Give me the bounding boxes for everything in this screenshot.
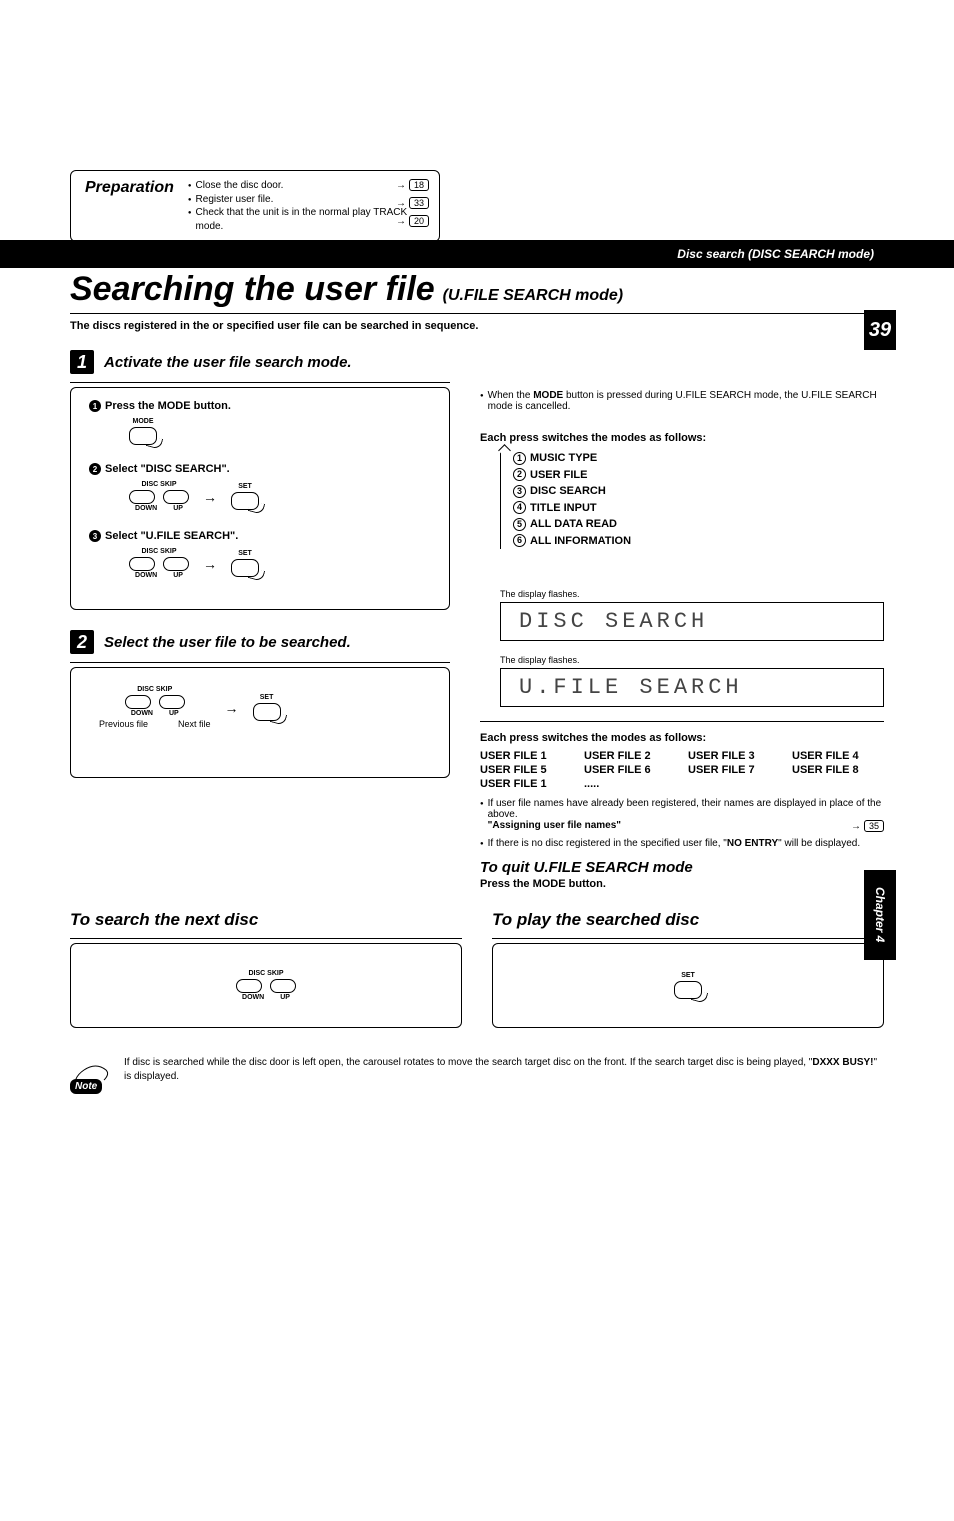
disc-skip-label: DISC SKIP bbox=[141, 548, 176, 555]
preparation-refs: →18 →33 →20 bbox=[396, 179, 429, 227]
user-file-grid: USER FILE 1USER FILE 2USER FILE 3USER FI… bbox=[480, 750, 884, 790]
down-button-icon bbox=[236, 979, 262, 993]
mode-label: MODE bbox=[133, 418, 154, 425]
set-button-icon bbox=[231, 492, 259, 510]
display-ufile-search: U.FILE SEARCH bbox=[500, 668, 884, 707]
right-column: When the MODE button is pressed during U… bbox=[480, 350, 884, 890]
preparation-box: Preparation Close the disc door. Registe… bbox=[70, 170, 440, 242]
up-button-icon bbox=[159, 695, 185, 709]
disc-skip-label: DISC SKIP bbox=[141, 481, 176, 488]
play-disc-title: To play the searched disc bbox=[492, 910, 884, 930]
arrow-right-icon: → bbox=[203, 489, 217, 505]
page-ref: →18 bbox=[396, 179, 429, 191]
arrow-right-icon: → bbox=[203, 556, 217, 572]
step2-box: DISC SKIP DOWN UP Previous file Next fil… bbox=[70, 667, 450, 778]
step2-header: 2 Select the user file to be searched. bbox=[70, 630, 450, 654]
file-list-title: Each press switches the modes as follows… bbox=[480, 732, 884, 744]
no-entry-note: If there is no disc registered in the sp… bbox=[480, 838, 884, 849]
step-title: Activate the user file search mode. bbox=[104, 354, 352, 371]
mode-cancel-note: When the MODE button is pressed during U… bbox=[480, 390, 884, 412]
step-title: Select the user file to be searched. bbox=[104, 634, 351, 651]
set-label: SET bbox=[238, 550, 252, 557]
divider bbox=[70, 313, 884, 314]
search-next-title: To search the next disc bbox=[70, 910, 462, 930]
note-text: If disc is searched while the disc door … bbox=[124, 1056, 884, 1084]
arrow-right-icon: → bbox=[225, 700, 239, 716]
mode-list-title: Each press switches the modes as follows… bbox=[480, 432, 884, 444]
preparation-items: Close the disc door. Register user file.… bbox=[188, 179, 425, 233]
down-button-icon bbox=[129, 490, 155, 504]
page-description: The discs registered in the or specified… bbox=[70, 320, 884, 332]
divider bbox=[480, 721, 884, 722]
mode-button-icon bbox=[129, 427, 157, 445]
display-flash-label: The display flashes. bbox=[500, 655, 884, 665]
footnote: Note If disc is searched while the disc … bbox=[70, 1056, 884, 1098]
substep: 1Press the MODE button. bbox=[89, 400, 431, 412]
divider bbox=[70, 938, 462, 939]
search-next-box: DISC SKIP DOWN UP bbox=[70, 943, 462, 1028]
prep-item: Close the disc door. bbox=[188, 179, 425, 193]
set-button-icon bbox=[674, 981, 702, 999]
set-label: SET bbox=[238, 483, 252, 490]
next-file-label: Next file bbox=[178, 719, 211, 729]
substep: 3Select "U.FILE SEARCH". bbox=[89, 530, 431, 542]
substep: 2Select "DISC SEARCH". bbox=[89, 463, 431, 475]
display-flash-label: The display flashes. bbox=[500, 589, 884, 599]
prep-item: Check that the unit is in the normal pla… bbox=[188, 206, 425, 233]
user-file-names-note: If user file names have already been reg… bbox=[480, 798, 884, 832]
disc-skip-diagram: DISC SKIP DOWN UP → SET bbox=[129, 481, 431, 512]
page-ref: →20 bbox=[396, 215, 429, 227]
set-label: SET bbox=[260, 694, 274, 701]
mode-button-diagram: MODE bbox=[129, 418, 431, 445]
prep-item: Register user file. bbox=[188, 193, 425, 207]
step-number: 1 bbox=[70, 350, 94, 374]
prev-file-label: Previous file bbox=[99, 719, 148, 729]
page-ref: →35 bbox=[851, 820, 884, 832]
mode-list: 1MUSIC TYPE 2USER FILE 3DISC SEARCH 4TIT… bbox=[500, 450, 884, 549]
step1-header: 1 Activate the user file search mode. bbox=[70, 350, 450, 374]
file-select-diagram: DISC SKIP DOWN UP Previous file Next fil… bbox=[99, 686, 431, 729]
play-disc-section: To play the searched disc SET bbox=[492, 910, 884, 1028]
note-icon: Note bbox=[70, 1056, 112, 1098]
set-button-icon bbox=[231, 559, 259, 577]
quit-title: To quit U.FILE SEARCH mode bbox=[480, 859, 884, 876]
search-next-section: To search the next disc DISC SKIP DOWN U… bbox=[70, 910, 462, 1028]
page-ref: →33 bbox=[396, 197, 429, 209]
down-button-icon bbox=[129, 557, 155, 571]
preparation-title: Preparation bbox=[85, 179, 174, 233]
page-title: Searching the user file (U.FILE SEARCH m… bbox=[70, 270, 884, 309]
divider bbox=[70, 662, 450, 663]
display-disc-search: DISC SEARCH bbox=[500, 602, 884, 641]
disc-skip-diagram-2: DISC SKIP DOWN UP → SET bbox=[129, 548, 431, 579]
set-button-icon bbox=[253, 703, 281, 721]
down-button-icon bbox=[125, 695, 151, 709]
quit-instruction: Press the MODE button. bbox=[480, 878, 884, 890]
step-number: 2 bbox=[70, 630, 94, 654]
page-number: 39 bbox=[864, 310, 896, 350]
step1-box: 1Press the MODE button. MODE 2Select "DI… bbox=[70, 387, 450, 610]
divider bbox=[492, 938, 884, 939]
note-badge: Note bbox=[70, 1079, 102, 1094]
breadcrumb: Disc search (DISC SEARCH mode) bbox=[677, 247, 874, 261]
disc-skip-label: DISC SKIP bbox=[137, 686, 172, 693]
chapter-side-label: Chapter 4 bbox=[864, 870, 896, 960]
divider bbox=[70, 382, 450, 383]
disc-skip-label: DISC SKIP bbox=[248, 970, 283, 977]
up-button-icon bbox=[163, 490, 189, 504]
left-column: 1 Activate the user file search mode. 1P… bbox=[70, 350, 450, 890]
up-button-icon bbox=[163, 557, 189, 571]
up-button-icon bbox=[270, 979, 296, 993]
header-bar: Disc search (DISC SEARCH mode) bbox=[0, 240, 954, 268]
set-label: SET bbox=[681, 972, 695, 979]
play-disc-box: SET bbox=[492, 943, 884, 1028]
